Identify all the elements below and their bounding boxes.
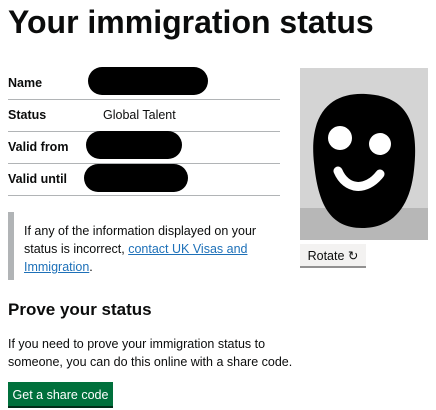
page-title: Your immigration status [8, 4, 374, 40]
inset-text: If any of the information displayed on y… [8, 212, 270, 280]
summary-row-valid-from: Valid from [8, 131, 280, 164]
prove-status-heading: Prove your status [8, 300, 152, 319]
get-share-code-button[interactable]: Get a share code [8, 382, 113, 408]
valid-until-key: Valid until [8, 172, 68, 186]
inset-text-after: . [89, 260, 93, 274]
photo [300, 68, 428, 240]
summary-row-status: Status Global Talent [8, 100, 280, 132]
name-key: Name [8, 76, 43, 90]
redaction-name [88, 67, 208, 95]
inset-paragraph: If any of the information displayed on y… [24, 212, 270, 276]
redaction-valid-from [86, 131, 182, 159]
rotate-button[interactable]: Rotate ↻ [300, 244, 366, 268]
summary-row-name: Name [8, 67, 280, 100]
redaction-valid-until [84, 164, 188, 192]
redacted-photo-image [300, 68, 428, 240]
valid-from-key: Valid from [8, 140, 69, 154]
status-summary-list: Name Status Global Talent Valid from Val… [8, 67, 280, 196]
status-value: Global Talent [103, 108, 176, 122]
prove-status-body: If you need to prove your immigration st… [8, 337, 293, 369]
status-key: Status [8, 108, 47, 122]
summary-row-valid-until: Valid until [8, 164, 280, 196]
